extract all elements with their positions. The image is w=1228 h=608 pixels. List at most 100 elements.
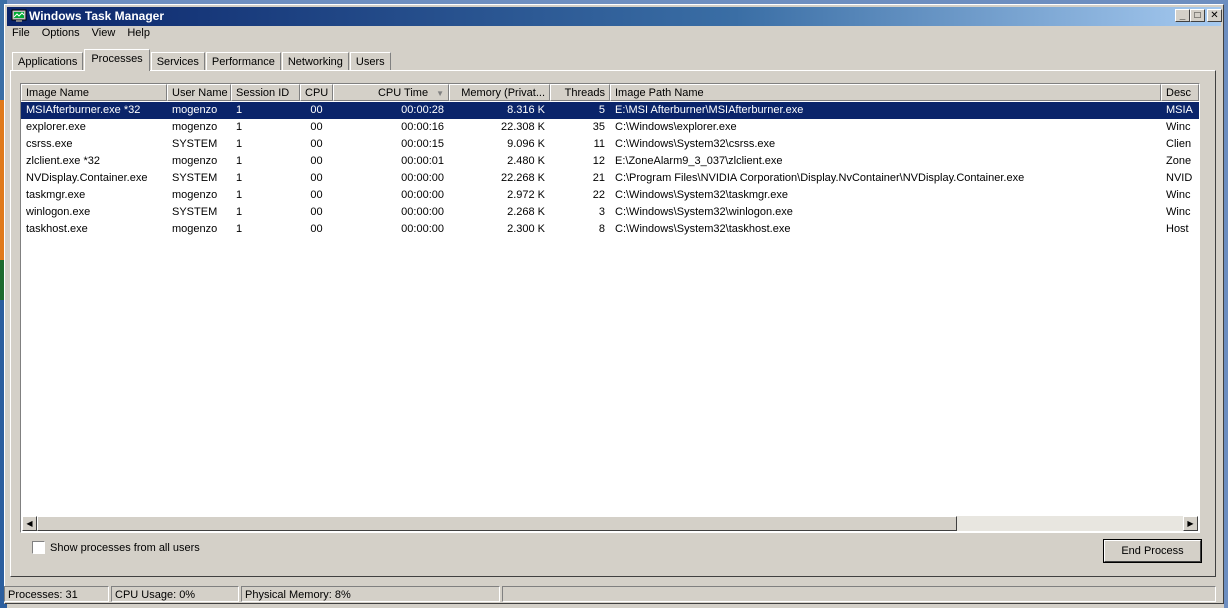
cell-threads: 5 — [598, 104, 605, 116]
cell-memory: 22.268 K — [500, 172, 545, 184]
cell-cpu-time: 00:00:16 — [401, 121, 444, 133]
cell-image-name: NVDisplay.Container.exe — [26, 172, 148, 184]
cell-memory: 2.300 K — [507, 223, 545, 235]
cell-memory: 22.308 K — [500, 121, 545, 133]
end-process-button[interactable]: End Process — [1103, 539, 1202, 563]
cell-image-path: C:\Windows\System32\taskmgr.exe — [615, 189, 789, 201]
column-description[interactable]: Desc — [1161, 84, 1199, 101]
tab-applications[interactable]: Applications — [12, 52, 84, 71]
tab-strip: Applications Processes Services Performa… — [12, 49, 392, 71]
column-memory[interactable]: Memory (Privat... — [449, 84, 550, 101]
sort-descending-icon: ▼ — [436, 89, 444, 98]
tab-performance[interactable]: Performance — [205, 52, 281, 71]
cell-memory: 9.096 K — [507, 138, 545, 150]
cell-user-name: mogenzo — [172, 223, 218, 235]
tab-processes[interactable]: Processes — [84, 49, 150, 71]
scroll-right-arrow-icon[interactable]: ▶ — [1183, 516, 1198, 531]
menu-help[interactable]: Help — [121, 24, 156, 42]
process-row[interactable]: taskhost.exe mogenzo 1 00 00:00:00 2.300 K 8 C:… — [21, 221, 1199, 238]
cell-session-id: 1 — [236, 172, 243, 184]
status-empty — [502, 586, 1216, 602]
column-user-name[interactable]: User Name — [167, 84, 231, 101]
close-button[interactable]: ✕ — [1207, 9, 1222, 22]
cell-description: Host — [1166, 223, 1189, 235]
cell-session-id: 1 — [236, 189, 243, 201]
status-cpu-usage: CPU Usage: 0% — [111, 586, 239, 602]
column-session-id[interactable]: Session ID — [231, 84, 300, 101]
cell-description: MSIA — [1166, 104, 1193, 116]
scroll-left-arrow-icon[interactable]: ◀ — [22, 516, 37, 531]
cell-session-id: 1 — [236, 155, 243, 167]
cell-cpu-time: 00:00:28 — [401, 104, 444, 116]
cell-user-name: mogenzo — [172, 104, 218, 116]
cell-image-path: C:\Windows\System32\csrss.exe — [615, 138, 776, 150]
cell-description: Clien — [1166, 138, 1192, 150]
minimize-button[interactable]: _ — [1175, 9, 1190, 22]
cell-cpu-time: 00:00:00 — [401, 172, 444, 184]
task-manager-icon — [11, 9, 27, 22]
cell-cpu-time: 00:00:00 — [401, 189, 444, 201]
process-row[interactable]: MSIAfterburner.exe *32 mogenzo 1 00 00:00:28… — [21, 102, 1199, 119]
tab-services[interactable]: Services — [150, 52, 205, 71]
menu-file[interactable]: File — [6, 24, 36, 42]
scroll-thumb[interactable] — [37, 516, 957, 531]
process-rows: MSIAfterburner.exe *32 mogenzo 1 00 00:00:28… — [21, 102, 1199, 238]
process-row[interactable]: winlogon.exe SYSTEM 1 00 00:00:00 2.268 K 3 C:\… — [21, 204, 1199, 221]
cell-memory: 8.316 K — [507, 104, 545, 116]
cell-cpu: 00 — [310, 206, 323, 218]
show-all-users-option[interactable]: Show processes from all users — [32, 541, 200, 554]
tab-users[interactable]: Users — [349, 52, 391, 71]
status-bar: Processes: 31 CPU Usage: 0% Physical Mem… — [4, 586, 1224, 604]
cell-cpu: 00 — [310, 121, 323, 133]
cell-threads: 21 — [592, 172, 605, 184]
maximize-button[interactable]: □ — [1190, 9, 1205, 22]
process-row[interactable]: NVDisplay.Container.exe SYSTEM 1 00 00:00:00… — [21, 170, 1199, 187]
cell-session-id: 1 — [236, 104, 243, 116]
cell-description: NVID — [1166, 172, 1193, 184]
status-processes: Processes: 31 — [4, 586, 109, 602]
cell-user-name: SYSTEM — [172, 172, 218, 184]
cell-description: Winc — [1166, 189, 1191, 201]
tab-networking[interactable]: Networking — [281, 52, 349, 71]
column-cpu-time[interactable]: CPU Time ▼ — [333, 84, 449, 101]
process-row[interactable]: explorer.exe mogenzo 1 00 00:00:16 22.308 K 35… — [21, 119, 1199, 136]
title-bar[interactable]: Windows Task Manager _ □ ✕ — [7, 7, 1222, 26]
column-cpu[interactable]: CPU — [300, 84, 333, 101]
cell-memory: 2.480 K — [507, 155, 545, 167]
process-row[interactable]: csrss.exe SYSTEM 1 00 00:00:15 9.096 K 11 C:\Wi… — [21, 136, 1199, 153]
cell-image-name: taskmgr.exe — [26, 189, 86, 201]
cell-threads: 11 — [593, 138, 605, 150]
menu-view[interactable]: View — [86, 24, 122, 42]
window-title: Windows Task Manager — [29, 9, 165, 23]
cell-cpu: 00 — [310, 138, 323, 150]
show-all-users-checkbox[interactable] — [32, 541, 45, 554]
cell-image-path: C:\Windows\System32\taskhost.exe — [615, 223, 791, 235]
cell-image-name: explorer.exe — [26, 121, 86, 133]
desktop-strip-right — [1224, 0, 1228, 608]
column-image-path[interactable]: Image Path Name — [610, 84, 1161, 101]
cell-image-name: csrss.exe — [26, 138, 73, 150]
process-row[interactable]: taskmgr.exe mogenzo 1 00 00:00:00 2.972 K 22 C:… — [21, 187, 1199, 204]
cell-cpu-time: 00:00:01 — [401, 155, 444, 167]
cell-threads: 8 — [598, 223, 605, 235]
column-image-name[interactable]: Image Name — [21, 84, 167, 101]
cell-cpu: 00 — [310, 172, 323, 184]
horizontal-scrollbar[interactable]: ◀ ▶ — [22, 516, 1198, 531]
process-list[interactable]: Image Name User Name Session ID CPU CPU … — [20, 83, 1200, 533]
cell-threads: 22 — [592, 189, 605, 201]
cell-cpu-time: 00:00:00 — [401, 223, 444, 235]
column-threads[interactable]: Threads — [550, 84, 610, 101]
cell-image-path: C:\Windows\explorer.exe — [615, 121, 737, 133]
cell-session-id: 1 — [236, 223, 243, 235]
cell-image-path: E:\ZoneAlarm9_3_037\zlclient.exe — [615, 155, 783, 167]
cell-user-name: SYSTEM — [172, 138, 218, 150]
process-row[interactable]: zlclient.exe *32 mogenzo 1 00 00:00:01 2.480 … — [21, 153, 1199, 170]
cell-user-name: SYSTEM — [172, 206, 218, 218]
cell-description: Winc — [1166, 121, 1191, 133]
cell-cpu: 00 — [310, 223, 323, 235]
status-physical-memory: Physical Memory: 8% — [241, 586, 500, 602]
cell-cpu-time: 00:00:00 — [401, 206, 444, 218]
cell-image-name: MSIAfterburner.exe *32 — [26, 104, 141, 116]
menu-options[interactable]: Options — [36, 24, 86, 42]
cell-cpu-time: 00:00:15 — [401, 138, 444, 150]
